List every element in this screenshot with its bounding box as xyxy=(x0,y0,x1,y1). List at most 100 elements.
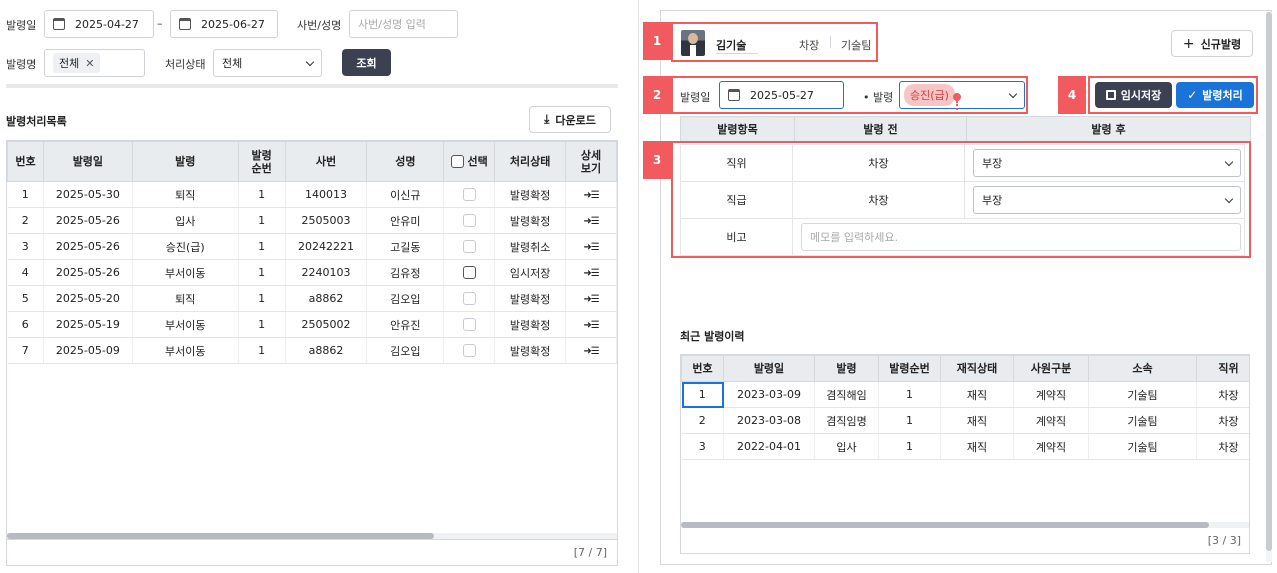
cell-detail[interactable]: ➜☰ xyxy=(565,337,617,364)
calendar-icon xyxy=(728,89,740,101)
cell-date: 2025-05-26 xyxy=(43,259,133,286)
order-tag-field[interactable]: 전체 ✕ xyxy=(44,49,145,77)
scrollbar-thumb[interactable] xyxy=(7,533,434,539)
horizontal-scrollbar[interactable] xyxy=(7,533,617,539)
detail-arrow-icon[interactable]: ➜☰ xyxy=(583,320,599,331)
form-date-input[interactable]: 2025-05-27 xyxy=(719,81,844,109)
memo-row: 비고 메모를 입력하세요. xyxy=(680,218,1245,256)
cell-name: 안유미 xyxy=(366,207,445,234)
detail-arrow-icon[interactable]: ➜☰ xyxy=(583,294,599,305)
cell-date: 2022-04-01 xyxy=(723,433,815,460)
col-header-item: 발령항목 xyxy=(680,116,795,142)
cell-seq: 1 xyxy=(878,407,941,434)
date-to-value: 2025-06-27 xyxy=(201,17,265,31)
table-row[interactable]: 5 2025-05-20 퇴직 1 a8862 김오입 발령확정 ➜☰ xyxy=(7,285,617,312)
table-row[interactable]: 3 2025-05-26 승진(급) 1 20242221 고길동 발령취소 ➜☰ xyxy=(7,233,617,260)
cell-kind: 계약직 xyxy=(1013,381,1089,408)
temp-save-button[interactable]: 임시저장 xyxy=(1095,82,1172,108)
cell-status: 발령확정 xyxy=(494,337,567,364)
horizontal-scrollbar[interactable] xyxy=(681,522,1249,528)
detail-arrow-icon[interactable]: ➜☰ xyxy=(583,216,599,227)
col-header-select[interactable]: 선택 xyxy=(443,141,496,182)
emp-search-input[interactable]: 사번/성명 입력 xyxy=(349,10,458,38)
cell-kind: 계약직 xyxy=(1013,407,1089,434)
after-select[interactable]: 부장 xyxy=(973,149,1241,177)
cell-after: 부장 xyxy=(964,181,1245,219)
cell-detail[interactable]: ➜☰ xyxy=(565,207,617,234)
detail-arrow-icon[interactable]: ➜☰ xyxy=(583,268,599,279)
list-count: [7 / 7] xyxy=(573,546,607,559)
cell-no: 4 xyxy=(7,259,44,286)
download-button[interactable]: ⤓ 다운로드 xyxy=(529,106,611,133)
after-select[interactable]: 부장 xyxy=(973,186,1241,214)
form-order-value: 승진(급) xyxy=(904,84,955,106)
cell-select[interactable] xyxy=(443,285,496,312)
cell-no: 7 xyxy=(7,337,44,364)
date-label: 발령일 xyxy=(6,19,37,32)
status-select[interactable]: 전체 xyxy=(213,49,322,77)
memo-input[interactable]: 메모를 입력하세요. xyxy=(801,223,1241,251)
separator xyxy=(830,36,831,48)
search-button[interactable]: 조회 xyxy=(342,49,391,76)
cell-emp-no: a8862 xyxy=(285,337,368,364)
process-order-button[interactable]: ✓ 발령처리 xyxy=(1176,82,1254,108)
close-icon[interactable]: ✕ xyxy=(85,57,94,70)
cell-detail[interactable]: ➜☰ xyxy=(565,233,617,260)
cell-seq: 1 xyxy=(238,285,286,312)
scrollbar-thumb[interactable] xyxy=(1266,12,1272,551)
history-row[interactable]: 1 2023-03-09 겸직해임 1 재직 계약직 기술팀 차장 xyxy=(681,381,1249,408)
row-checkbox[interactable] xyxy=(462,344,476,358)
scrollbar-thumb[interactable] xyxy=(681,522,1210,528)
cell-order: 부서이동 xyxy=(132,337,239,364)
new-order-button[interactable]: + 신규발령 xyxy=(1171,30,1253,57)
cell-date: 2025-05-26 xyxy=(43,207,133,234)
cell-date: 2023-03-09 xyxy=(723,381,815,408)
cell-detail[interactable]: ➜☰ xyxy=(565,311,617,338)
row-checkbox[interactable] xyxy=(462,266,476,280)
row-checkbox[interactable] xyxy=(462,292,476,306)
cell-detail[interactable]: ➜☰ xyxy=(565,259,617,286)
table-row[interactable]: 4 2025-05-26 부서이동 1 2240103 김유정 임시저장 ➜☰ xyxy=(7,259,617,286)
table-row[interactable]: 1 2025-05-30 퇴직 1 140013 이신규 발령확정 ➜☰ xyxy=(7,181,617,208)
detail-arrow-icon[interactable]: ➜☰ xyxy=(583,190,599,201)
cell-name: 김오입 xyxy=(366,285,445,312)
form-order-select[interactable]: 승진(급) xyxy=(899,81,1025,109)
select-header-label: 선택 xyxy=(467,154,488,168)
cell-select[interactable] xyxy=(443,207,496,234)
table-row[interactable]: 2 2025-05-26 입사 1 2505003 안유미 발령확정 ➜☰ xyxy=(7,207,617,234)
table-row[interactable]: 6 2025-05-19 부서이동 1 2505002 안유진 발령확정 ➜☰ xyxy=(7,311,617,338)
cell-detail[interactable]: ➜☰ xyxy=(565,285,617,312)
table-row[interactable]: 7 2025-05-09 부서이동 1 a8862 김오입 발령확정 ➜☰ xyxy=(7,337,617,364)
cell-select[interactable] xyxy=(443,233,496,260)
date-to-input[interactable]: 2025-06-27 xyxy=(170,10,278,38)
row-checkbox[interactable] xyxy=(462,240,476,254)
cell-select[interactable] xyxy=(443,181,496,208)
cell-seq: 1 xyxy=(238,233,286,260)
order-label: 발령명 xyxy=(6,58,37,71)
vertical-scrollbar[interactable] xyxy=(1266,12,1272,562)
cell-no: 2 xyxy=(681,407,724,434)
row-checkbox[interactable] xyxy=(462,318,476,332)
cell-select[interactable] xyxy=(443,311,496,338)
col-header-before: 발령 전 xyxy=(794,116,967,142)
detail-arrow-icon[interactable]: ➜☰ xyxy=(583,242,599,253)
cell-detail[interactable]: ➜☰ xyxy=(565,181,617,208)
cell-emp-no: 20242221 xyxy=(285,233,368,260)
row-checkbox[interactable] xyxy=(462,188,476,202)
history-row[interactable]: 2 2023-03-08 겸직임명 1 재직 계약직 기술팀 차장 xyxy=(681,407,1249,434)
history-title: 최근 발령이력 xyxy=(680,330,745,343)
history-row[interactable]: 3 2022-04-01 입사 1 재직 계약직 기술팀 차장 xyxy=(681,433,1249,460)
detail-arrow-icon[interactable]: ➜☰ xyxy=(583,346,599,357)
employee-team: 기술팀 xyxy=(841,39,872,52)
date-from-input[interactable]: 2025-04-27 xyxy=(44,10,154,38)
row-checkbox[interactable] xyxy=(462,214,476,228)
order-form: 발령일 2025-05-27 • 발령 승진(급) xyxy=(671,76,1028,114)
cell-select[interactable] xyxy=(443,259,496,286)
history-footer: [3 / 3] xyxy=(1208,534,1241,547)
download-button-label: 다운로드 xyxy=(555,113,596,127)
list-footer: [7 / 7] xyxy=(6,540,618,566)
chevron-down-icon xyxy=(1224,157,1234,166)
cell-name: 고길동 xyxy=(366,233,445,260)
select-all-checkbox[interactable] xyxy=(450,155,464,169)
cell-select[interactable] xyxy=(443,337,496,364)
